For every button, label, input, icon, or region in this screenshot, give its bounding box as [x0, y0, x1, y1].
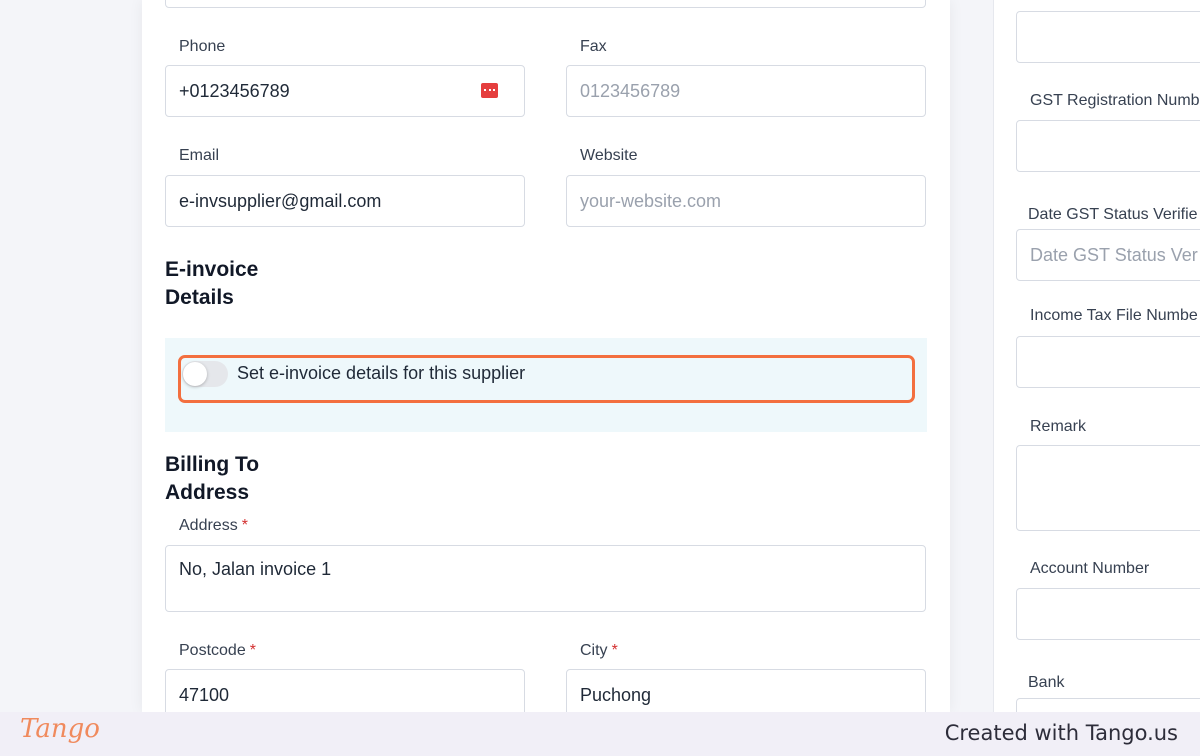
phone-label: Phone: [179, 38, 226, 55]
einvoice-section-title: E-invoice Details: [165, 256, 305, 312]
gst-registration-label: GST Registration Numb: [1030, 92, 1200, 109]
email-input[interactable]: e-invsupplier@gmail.com: [165, 175, 525, 227]
postcode-label-text: Postcode: [179, 642, 246, 659]
date-gst-status-placeholder: Date GST Status Ver: [1030, 245, 1198, 265]
city-required-mark: *: [611, 642, 618, 659]
income-tax-input[interactable]: [1016, 336, 1200, 388]
email-value: e-invsupplier@gmail.com: [179, 191, 382, 211]
fax-input[interactable]: 0123456789: [566, 65, 926, 117]
gst-registration-input[interactable]: [1016, 120, 1200, 172]
tango-logo: Tango: [20, 714, 100, 744]
right-top-input[interactable]: [1016, 11, 1200, 63]
address-required-mark: *: [241, 517, 248, 534]
einvoice-toggle[interactable]: [182, 361, 228, 387]
date-gst-status-input[interactable]: Date GST Status Ver: [1016, 229, 1200, 281]
fax-label: Fax: [580, 38, 607, 55]
website-input[interactable]: your-website.com: [566, 175, 926, 227]
income-tax-label: Income Tax File Numbe: [1030, 307, 1198, 324]
address-label-text: Address: [179, 517, 238, 534]
city-label-text: City: [580, 642, 608, 659]
remark-textarea[interactable]: [1016, 445, 1200, 531]
top-input-partial[interactable]: [165, 0, 926, 8]
postcode-value: 47100: [179, 685, 230, 705]
billing-section-title: Billing To Address: [165, 451, 305, 507]
address-textarea[interactable]: No, Jalan invoice 1: [165, 545, 926, 612]
einvoice-title-line2: Details: [165, 286, 234, 309]
fax-placeholder: 0123456789: [580, 81, 681, 101]
address-value: No, Jalan invoice 1: [179, 559, 332, 579]
account-number-input[interactable]: [1016, 588, 1200, 640]
billing-title-line1: Billing To: [165, 453, 260, 476]
billing-title-line2: Address: [165, 481, 250, 504]
einvoice-toggle-label[interactable]: Set e-invoice details for this supplier: [237, 363, 525, 384]
bank-label: Bank: [1028, 674, 1065, 691]
city-label: City *: [580, 642, 618, 660]
website-placeholder: your-website.com: [580, 191, 722, 211]
einvoice-title-line1: E-invoice: [165, 258, 259, 281]
account-number-label: Account Number: [1030, 560, 1150, 577]
website-label: Website: [580, 147, 638, 164]
card-icon[interactable]: [481, 83, 498, 98]
city-value: Puchong: [580, 685, 652, 705]
email-label: Email: [179, 147, 220, 164]
postcode-label: Postcode *: [179, 642, 256, 660]
phone-input[interactable]: +0123456789: [165, 65, 525, 117]
postcode-required-mark: *: [249, 642, 256, 659]
toggle-knob: [183, 362, 207, 386]
created-with-text: Created with Tango.us: [944, 721, 1178, 745]
address-label: Address *: [179, 517, 248, 535]
phone-value: +0123456789: [179, 81, 290, 101]
date-gst-status-label: Date GST Status Verifie: [1028, 206, 1198, 223]
remark-label: Remark: [1030, 418, 1087, 435]
